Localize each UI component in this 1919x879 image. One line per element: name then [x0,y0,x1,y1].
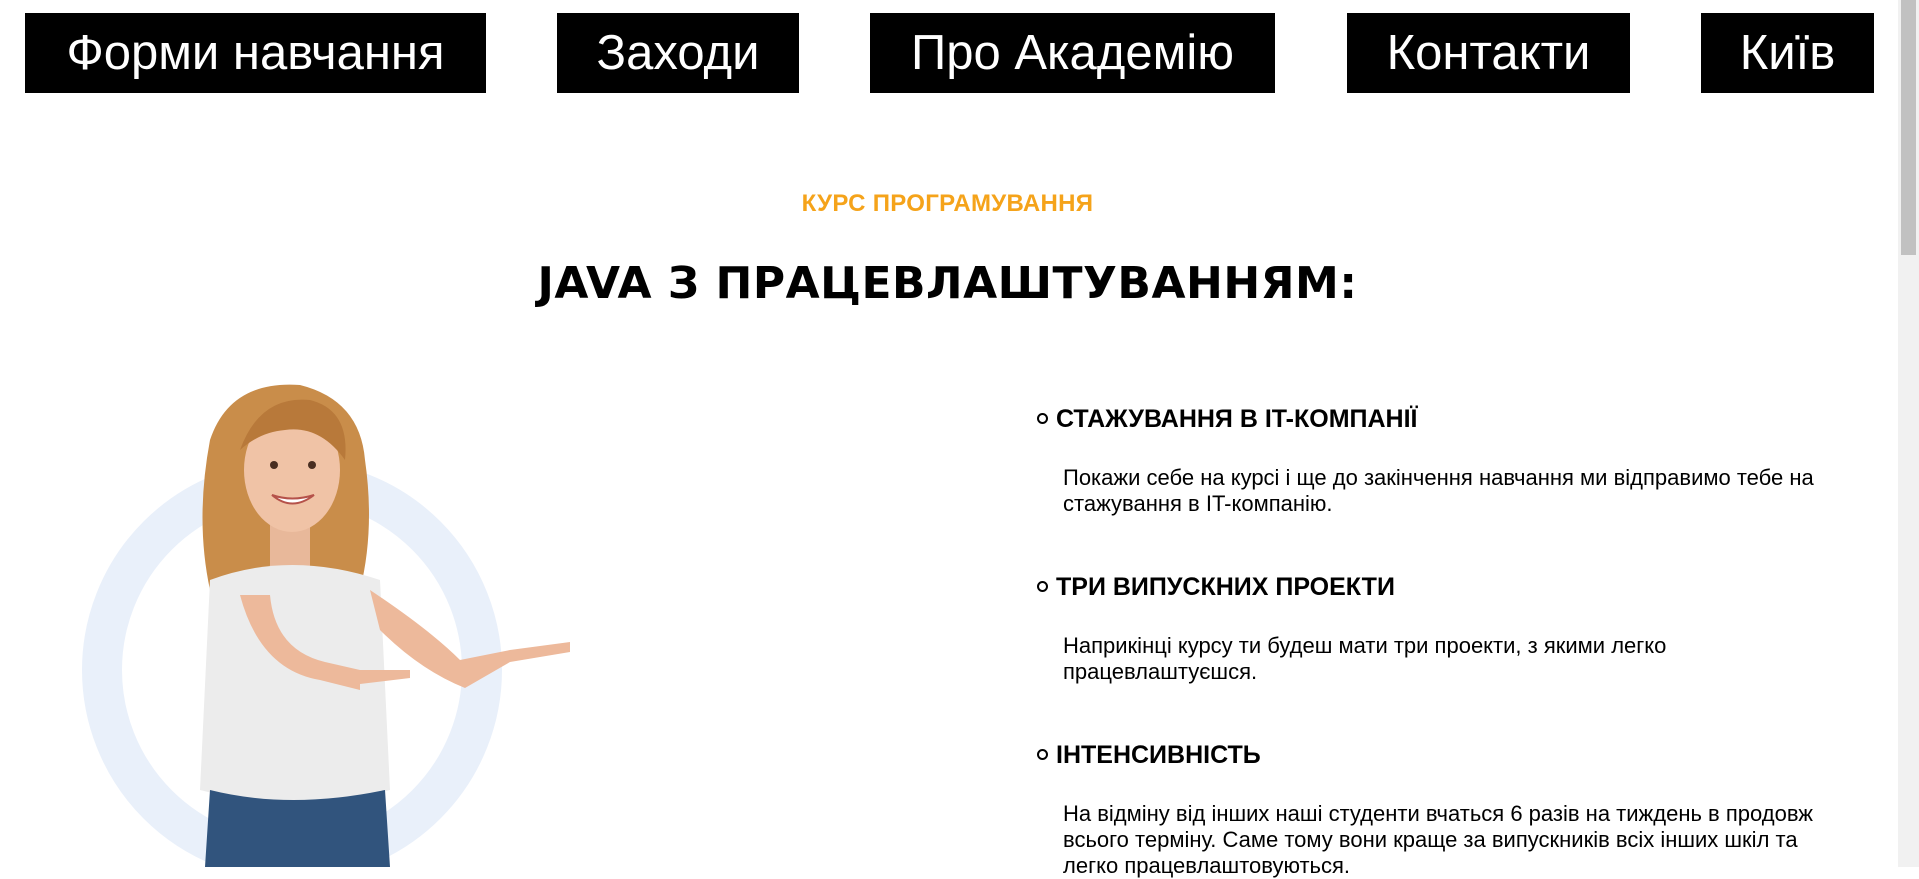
feature-title-projects: ТРИ ВИПУСКНИХ ПРОЕКТИ [1037,573,1395,602]
feature-desc-intensity: На відміну від інших наші студенти вчать… [1063,801,1813,878]
nav-button-forms[interactable]: Форми навчання [25,13,486,93]
nav-button-about[interactable]: Про Академію [870,13,1275,93]
feature-title-intensity: ІНТЕНСИВНІСТЬ [1037,741,1261,770]
course-eyebrow: КУРС ПРОГРАМУВАННЯ [801,190,1094,217]
feature-desc-projects: Наприкінці курсу ти будеш мати три проек… [1063,633,1667,684]
feature-title-internship: СТАЖУВАННЯ В IT-КОМПАНІЇ [1037,405,1417,434]
nav-button-contacts[interactable]: Контакти [1347,13,1630,93]
feature-desc-internship: Покажи себе на курсі і ще до закінчення … [1063,465,1814,516]
circle-bullet-icon [1037,748,1048,760]
circle-bullet-icon [1037,412,1048,424]
hero-image [60,370,580,879]
nav-button-city[interactable]: Київ [1701,13,1874,93]
scrollbar-thumb[interactable] [1901,0,1916,255]
scrollbar[interactable] [1898,0,1919,867]
circle-bullet-icon [1037,580,1048,592]
nav-button-events[interactable]: Заходи [557,13,799,93]
woman-pointing-illustration [82,384,570,879]
page-title: JAVA З ПРАЦЕВЛАШТУВАННЯМ: [537,258,1358,309]
